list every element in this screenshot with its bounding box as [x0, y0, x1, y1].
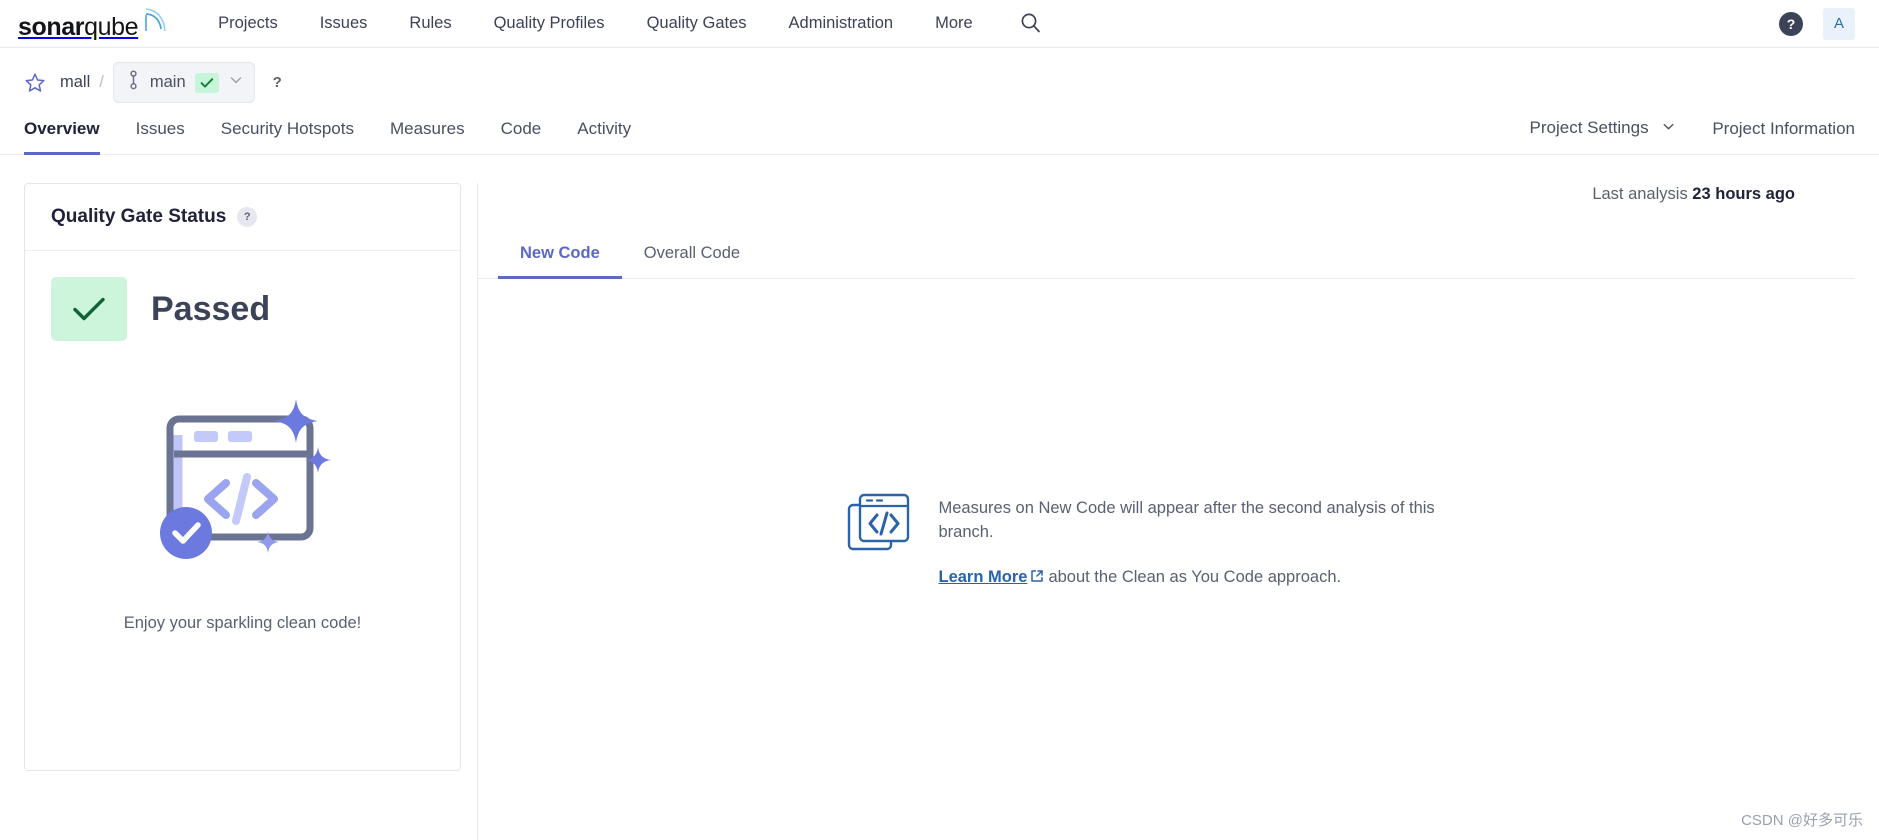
code-window-icon: [847, 493, 911, 560]
breadcrumb-project[interactable]: mall: [60, 73, 90, 92]
tab-new-code[interactable]: New Code: [498, 231, 622, 279]
search-icon: [1020, 12, 1041, 36]
tab-activity[interactable]: Activity: [559, 119, 649, 154]
project-information-link[interactable]: Project Information: [1694, 119, 1855, 154]
branch-name: main: [149, 73, 186, 91]
logo-text-bold: sonar: [18, 13, 85, 41]
project-settings-label: Project Settings: [1529, 118, 1649, 138]
external-link-icon: [1030, 567, 1044, 591]
nav-item-issues[interactable]: Issues: [299, 14, 389, 33]
tab-issues[interactable]: Issues: [118, 119, 203, 154]
project-bar: mall / main ?: [0, 48, 1879, 103]
chevron-down-icon: [1661, 119, 1676, 139]
quality-gate-check-icon: [51, 277, 127, 341]
tab-code[interactable]: Code: [483, 119, 560, 154]
branch-icon: [126, 70, 141, 95]
empty-state-link-line: Learn More about the Clean as You Code ap…: [939, 566, 1487, 591]
check-icon: [200, 77, 213, 88]
nav-item-quality-gates[interactable]: Quality Gates: [626, 14, 768, 33]
branch-status-badge: [194, 72, 219, 93]
tab-security-hotspots[interactable]: Security Hotspots: [203, 119, 372, 154]
sonar-waves-icon: [140, 7, 166, 38]
nav-item-administration[interactable]: Administration: [768, 14, 915, 33]
main-content: Quality Gate Status ? Passed Enjoy your …: [0, 155, 1879, 840]
empty-state-message: Measures on New Code will appear after t…: [938, 498, 1435, 541]
nav-item-projects[interactable]: Projects: [218, 14, 299, 33]
last-analysis: Last analysis 23 hours ago: [478, 183, 1855, 204]
last-analysis-label: Last analysis: [1592, 185, 1688, 203]
chevron-down-icon: [228, 72, 244, 93]
tab-overall-code[interactable]: Overall Code: [622, 231, 762, 279]
code-scope-tabs: New Code Overall Code: [478, 230, 1855, 279]
search-button[interactable]: [1016, 9, 1046, 39]
page-title: Quality Gate Status: [51, 206, 227, 227]
measures-panel: Last analysis 23 hours ago New Code Over…: [477, 183, 1855, 840]
empty-state-link-suffix: about the Clean as You Code approach.: [1048, 568, 1342, 587]
tab-overview[interactable]: Overview: [24, 119, 118, 155]
branch-help-icon[interactable]: ?: [273, 74, 282, 91]
quality-gate-header: Quality Gate Status ?: [25, 184, 460, 251]
last-analysis-value: 23 hours ago: [1692, 185, 1795, 203]
sparkling-clean-code-illustration: [51, 391, 434, 566]
help-icon[interactable]: ?: [1779, 11, 1803, 36]
help-icon-label: ?: [1786, 15, 1796, 32]
nav-item-more[interactable]: More: [914, 14, 994, 33]
quality-gate-help-icon[interactable]: ?: [237, 207, 258, 227]
empty-state: Measures on New Code will appear after t…: [478, 279, 1855, 840]
quality-gate-status-text: Passed: [151, 289, 271, 328]
status-badge: Passed: [51, 277, 434, 341]
quality-gate-body: Passed Enjoy your sparkling clean code!: [25, 251, 460, 633]
logo-text-light: qube: [84, 13, 139, 41]
quality-gate-card: Quality Gate Status ? Passed Enjoy your …: [24, 183, 461, 771]
star-outline-icon[interactable]: [24, 72, 46, 94]
nav-item-quality-profiles[interactable]: Quality Profiles: [473, 14, 626, 33]
tab-measures[interactable]: Measures: [372, 119, 483, 154]
global-nav: Projects Issues Rules Quality Profiles Q…: [218, 9, 1046, 39]
avatar[interactable]: A: [1823, 7, 1855, 40]
header-right-actions: ? A: [1779, 7, 1855, 40]
global-header: sonarqube Projects Issues Rules Quality …: [0, 0, 1879, 48]
project-tabs: Overview Issues Security Hotspots Measur…: [0, 103, 1879, 155]
project-tabs-right: Project Settings Project Information: [1530, 118, 1855, 154]
branch-selector[interactable]: main: [112, 62, 255, 103]
avatar-initial: A: [1833, 15, 1844, 32]
learn-more-link[interactable]: Learn More: [939, 568, 1028, 586]
breadcrumb-separator: /: [99, 73, 104, 91]
watermark: CSDN @好多可乐: [1741, 812, 1863, 829]
project-settings-menu[interactable]: Project Settings: [1530, 118, 1695, 154]
nav-item-rules[interactable]: Rules: [388, 14, 472, 33]
quality-gate-caption: Enjoy your sparkling clean code!: [123, 614, 362, 632]
sonarqube-logo[interactable]: sonarqube: [18, 7, 166, 40]
